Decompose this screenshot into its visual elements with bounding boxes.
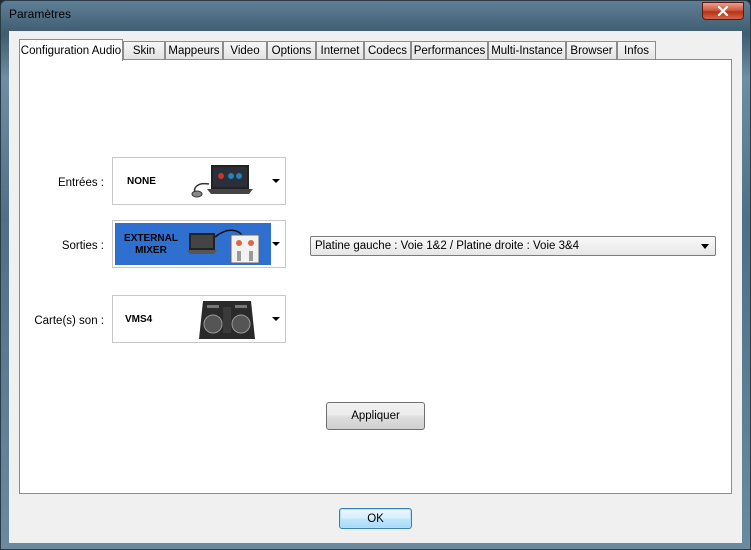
outputs-label: Sorties : xyxy=(61,240,104,252)
inputs-label: Entrées : xyxy=(57,177,104,189)
close-icon xyxy=(717,6,729,16)
chevron-down-icon xyxy=(272,242,280,246)
apply-button[interactable]: Appliquer xyxy=(326,402,425,430)
tab-browser[interactable]: Browser xyxy=(566,41,617,60)
soundcard-device-select[interactable]: VMS4 xyxy=(112,295,286,343)
window-title: Paramètres xyxy=(9,7,72,21)
tab-options[interactable]: Options xyxy=(267,41,316,60)
laptop-icon xyxy=(191,165,253,198)
title-bar[interactable]: Paramètres xyxy=(1,1,750,29)
tab-codecs[interactable]: Codecs xyxy=(364,41,411,60)
ok-button[interactable]: OK xyxy=(339,508,412,529)
soundcard-label: Carte(s) son : xyxy=(34,315,104,327)
chevron-down-icon xyxy=(272,179,280,183)
dj-controller-icon xyxy=(199,301,255,339)
settings-window: Paramètres Configuration Audio Skin Mapp… xyxy=(0,0,751,550)
tab-video[interactable]: Video xyxy=(223,41,267,60)
output-routing-value: Platine gauche : Voie 1&2 / Platine droi… xyxy=(315,240,580,252)
audio-config-panel: Entrées : NONE Sorties : EXTERNAL MIXER … xyxy=(19,59,732,494)
inputs-device-select[interactable]: NONE xyxy=(112,157,286,205)
chevron-down-icon xyxy=(701,244,709,249)
tab-mappeurs[interactable]: Mappeurs xyxy=(165,41,223,60)
output-routing-select[interactable]: Platine gauche : Voie 1&2 / Platine droi… xyxy=(310,236,716,256)
soundcard-device-name: VMS4 xyxy=(125,314,153,325)
tab-performances[interactable]: Performances xyxy=(411,41,488,60)
tab-multi-instance[interactable]: Multi-Instance xyxy=(488,41,566,60)
outputs-device-select[interactable]: EXTERNAL MIXER xyxy=(112,220,286,268)
dialog-client-area: Configuration Audio Skin Mappeurs Video … xyxy=(9,31,742,543)
close-button[interactable] xyxy=(702,2,744,20)
tab-skin[interactable]: Skin xyxy=(123,41,165,60)
chevron-down-icon xyxy=(272,317,280,321)
outputs-device-name-line1: EXTERNAL xyxy=(124,233,178,244)
tab-internet[interactable]: Internet xyxy=(316,41,364,60)
inputs-device-name: NONE xyxy=(127,176,156,187)
tab-infos[interactable]: Infos xyxy=(617,41,656,60)
outputs-device-name-line2: MIXER xyxy=(135,245,167,256)
external-mixer-icon xyxy=(187,229,260,264)
tab-configuration-audio[interactable]: Configuration Audio xyxy=(19,39,123,61)
